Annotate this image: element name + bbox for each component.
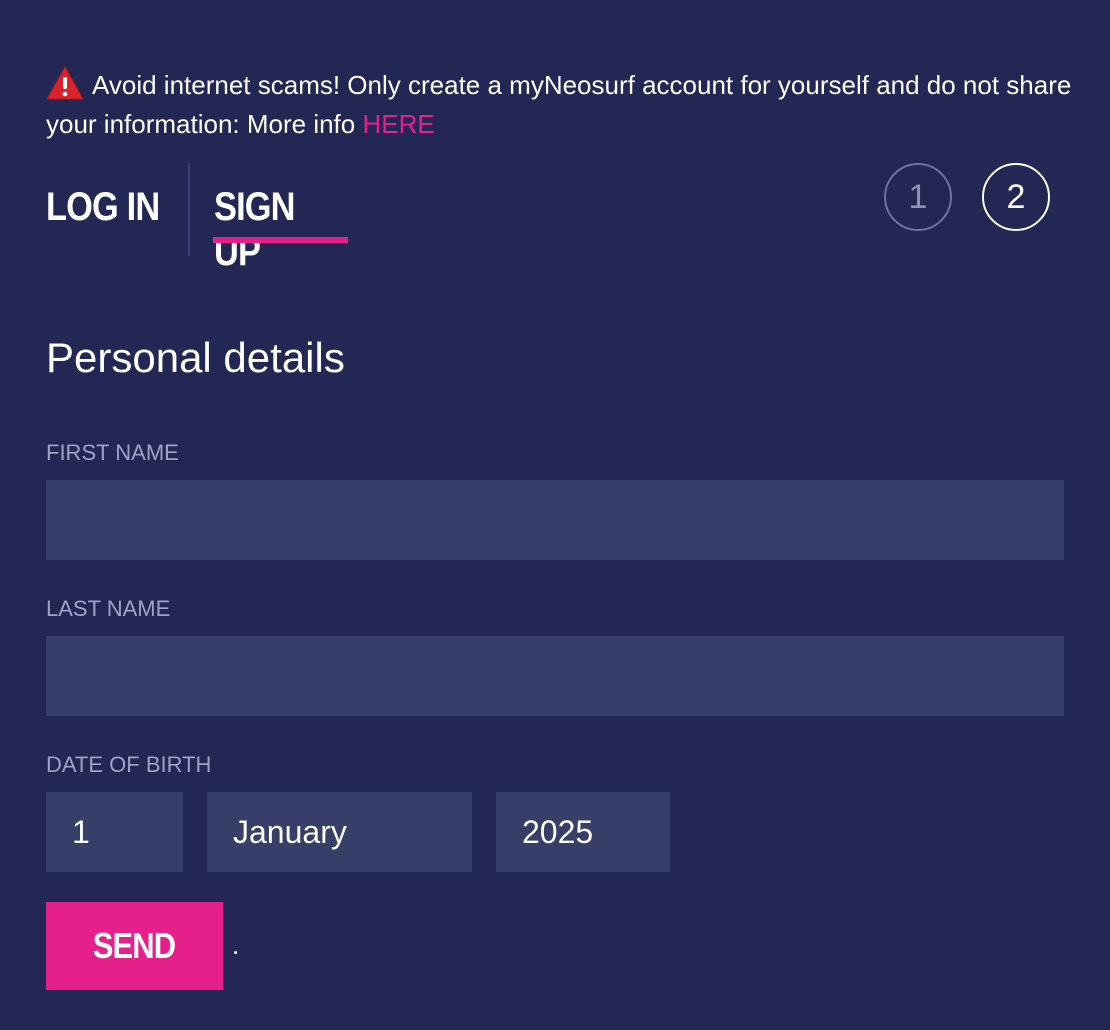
scam-warning-notice: Avoid internet scams! Only create a myNe…	[46, 66, 1076, 144]
warning-icon	[46, 66, 84, 100]
more-info-link[interactable]: HERE	[362, 109, 434, 139]
active-tab-indicator	[213, 237, 348, 243]
step-2-indicator: 2	[982, 163, 1050, 231]
dob-month-select[interactable]: January	[207, 792, 472, 872]
dob-year-select[interactable]: 2025	[496, 792, 670, 872]
section-title: Personal details	[46, 334, 345, 381]
trailing-dot-text: .	[232, 930, 240, 960]
last-name-label: LAST NAME	[46, 596, 171, 621]
send-button-label: SEND	[93, 925, 176, 966]
tab-divider	[188, 163, 190, 256]
step-1-indicator: 1	[884, 163, 952, 231]
tab-login[interactable]: LOG IN	[46, 163, 168, 256]
dob-day-select[interactable]: 1	[46, 792, 183, 872]
send-button[interactable]: SEND	[46, 902, 223, 990]
date-of-birth-label: DATE OF BIRTH	[46, 752, 212, 777]
notice-text: Avoid internet scams! Only create a myNe…	[46, 70, 1072, 139]
last-name-field[interactable]	[46, 636, 1064, 716]
first-name-field[interactable]	[46, 480, 1064, 560]
first-name-label: FIRST NAME	[46, 440, 179, 465]
